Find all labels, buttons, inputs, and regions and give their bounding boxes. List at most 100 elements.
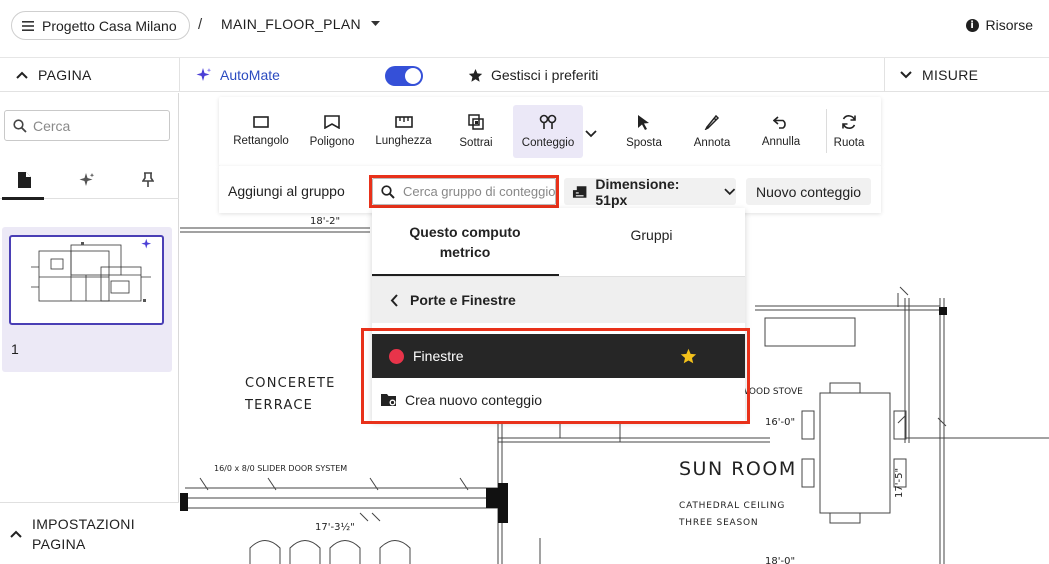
search-highlight-box [369, 175, 559, 208]
info-icon: i [965, 18, 979, 32]
tool-count[interactable]: Conteggio [513, 105, 583, 158]
tool-label: Sposta [626, 137, 662, 149]
favorites-label: Gestisci i preferiti [491, 67, 599, 83]
dim-sunroom: 18'-0" [765, 556, 795, 564]
label-sun-room: SUN ROOM [679, 458, 797, 480]
project-menu-button[interactable]: Progetto Casa Milano [11, 11, 190, 40]
star-icon [468, 68, 483, 82]
label-season: THREE SEASON [678, 518, 758, 528]
plan-selector[interactable]: MAIN_FLOOR_PLAN [221, 16, 380, 32]
page-search-placeholder: Cerca [33, 117, 71, 134]
chevron-up-icon [16, 71, 28, 79]
chevron-up-icon [10, 530, 22, 538]
toggle-knob [405, 68, 421, 84]
tab-pinned[interactable] [126, 161, 170, 199]
sparkle-icon [196, 68, 212, 81]
dimension-dropdown[interactable]: Dimensione: 51px [564, 175, 736, 208]
tab-groups[interactable]: Gruppi [558, 208, 745, 276]
rectangle-icon [253, 116, 269, 128]
page-sidebar: Cerca 1 IMPOSTAZIONI PAGINA [0, 93, 179, 564]
page-settings-toggle[interactable]: IMPOSTAZIONI PAGINA [0, 502, 179, 564]
page-thumbnail-card[interactable]: 1 [2, 227, 172, 372]
back-to-folder-button[interactable]: Porte e Finestre [372, 277, 745, 323]
page-number: 1 [11, 341, 19, 357]
page-panel-label: PAGINA [38, 67, 92, 83]
pen-icon [704, 114, 720, 130]
search-icon [13, 118, 27, 133]
tool-label: Rettangolo [233, 135, 289, 147]
resources-label: Risorse [985, 17, 1033, 33]
chevron-down-icon [585, 130, 597, 138]
active-tab-indicator [2, 197, 44, 200]
project-name: Progetto Casa Milano [42, 17, 177, 34]
resources-button[interactable]: i Risorse [965, 17, 1033, 33]
page-settings-label: IMPOSTAZIONI PAGINA [32, 515, 135, 552]
cursor-icon [638, 115, 649, 130]
tab-groups-label: Gruppi [630, 227, 673, 243]
dim-stove: 16'-0" [765, 417, 795, 428]
tool-undo[interactable]: Annulla [746, 97, 816, 166]
breadcrumb-separator: / [198, 16, 203, 33]
dim-bottom: 17'-3½" [315, 521, 355, 533]
folder-label: Porte e Finestre [410, 292, 516, 308]
new-count-label: Nuovo conteggio [755, 183, 862, 200]
count-options-dropdown[interactable] [585, 125, 597, 143]
subtract-icon [468, 114, 484, 130]
tool-label: Sottrai [459, 137, 493, 149]
pin-icon [142, 172, 154, 187]
automate-label: AutoMate [220, 67, 280, 83]
rotate-icon [842, 115, 856, 129]
secondary-bar: PAGINA AutoMate Gestisci i preferiti MIS… [0, 58, 1049, 92]
undo-icon [773, 116, 786, 129]
tool-label: Annulla [761, 136, 801, 148]
add-to-group-label: Aggiungi al gruppo [228, 183, 345, 199]
chevron-down-icon [724, 188, 736, 195]
dim-vertical: 17'-5" [894, 468, 905, 498]
plan-name: MAIN_FLOOR_PLAN [221, 16, 361, 32]
tab-ai[interactable] [65, 161, 109, 199]
label-slider: 16/0 x 8/0 SLIDER DOOR SYSTEM [214, 464, 347, 473]
sparkle-badge-icon [141, 238, 152, 249]
label-ceiling: CATHEDRAL CEILING [679, 501, 785, 511]
new-count-button[interactable]: Nuovo conteggio [746, 178, 871, 205]
tool-move[interactable]: Sposta [609, 97, 679, 166]
automate-label-group: AutoMate [196, 58, 280, 92]
chevron-down-icon [900, 71, 912, 79]
measures-panel-toggle[interactable]: MISURE [884, 58, 1049, 92]
dimension-label: Dimensione: 51px [595, 175, 680, 208]
tool-annotate[interactable]: Annota [677, 97, 747, 166]
stack-size-icon [572, 185, 587, 198]
items-highlight-box [361, 328, 750, 424]
tool-label: Conteggio [521, 137, 575, 149]
tool-rectangle[interactable]: Rettangolo [224, 97, 298, 166]
tool-subtract[interactable]: Sottrai [442, 97, 510, 166]
sparkle-icon [79, 173, 95, 186]
automate-toggle[interactable] [385, 66, 423, 86]
sidebar-tabs [0, 161, 179, 199]
top-bar: Progetto Casa Milano / MAIN_FLOOR_PLAN i… [0, 0, 1049, 58]
tab-this-estimate[interactable]: Questo computo metrico [372, 208, 558, 276]
polygon-icon [324, 115, 340, 129]
floor-plan-thumbnail [31, 242, 151, 302]
page-search-input[interactable]: Cerca [4, 110, 170, 141]
document-icon [17, 172, 31, 188]
tool-length[interactable]: Lunghezza [367, 97, 440, 166]
measures-panel-label: MISURE [922, 67, 979, 83]
count-icon [539, 114, 557, 129]
measurement-toolbar: Rettangolo Poligono Lunghezza Sottrai Co… [219, 97, 881, 166]
page-panel-toggle[interactable]: PAGINA [0, 58, 180, 92]
tab-this-estimate-label: Questo computo metrico [409, 224, 521, 260]
tool-label: Poligono [309, 136, 355, 148]
add-to-group-bar: Aggiungi al gruppo Cerca gruppo di conte… [219, 166, 881, 213]
manage-favorites-button[interactable]: Gestisci i preferiti [468, 58, 598, 92]
dim-top: 18'-2" [310, 216, 340, 227]
label-terrace-2: TERRACE [244, 398, 313, 413]
tool-label: Lunghezza [375, 135, 432, 147]
tool-polygon[interactable]: Poligono [298, 97, 366, 166]
label-terrace-1: CONCERETE [245, 376, 336, 391]
tab-pages[interactable] [2, 161, 46, 199]
tool-rotate[interactable]: Ruota [814, 97, 884, 166]
tool-label: Ruota [833, 137, 865, 149]
hamburger-icon [22, 20, 34, 31]
chevron-left-icon [390, 293, 398, 307]
